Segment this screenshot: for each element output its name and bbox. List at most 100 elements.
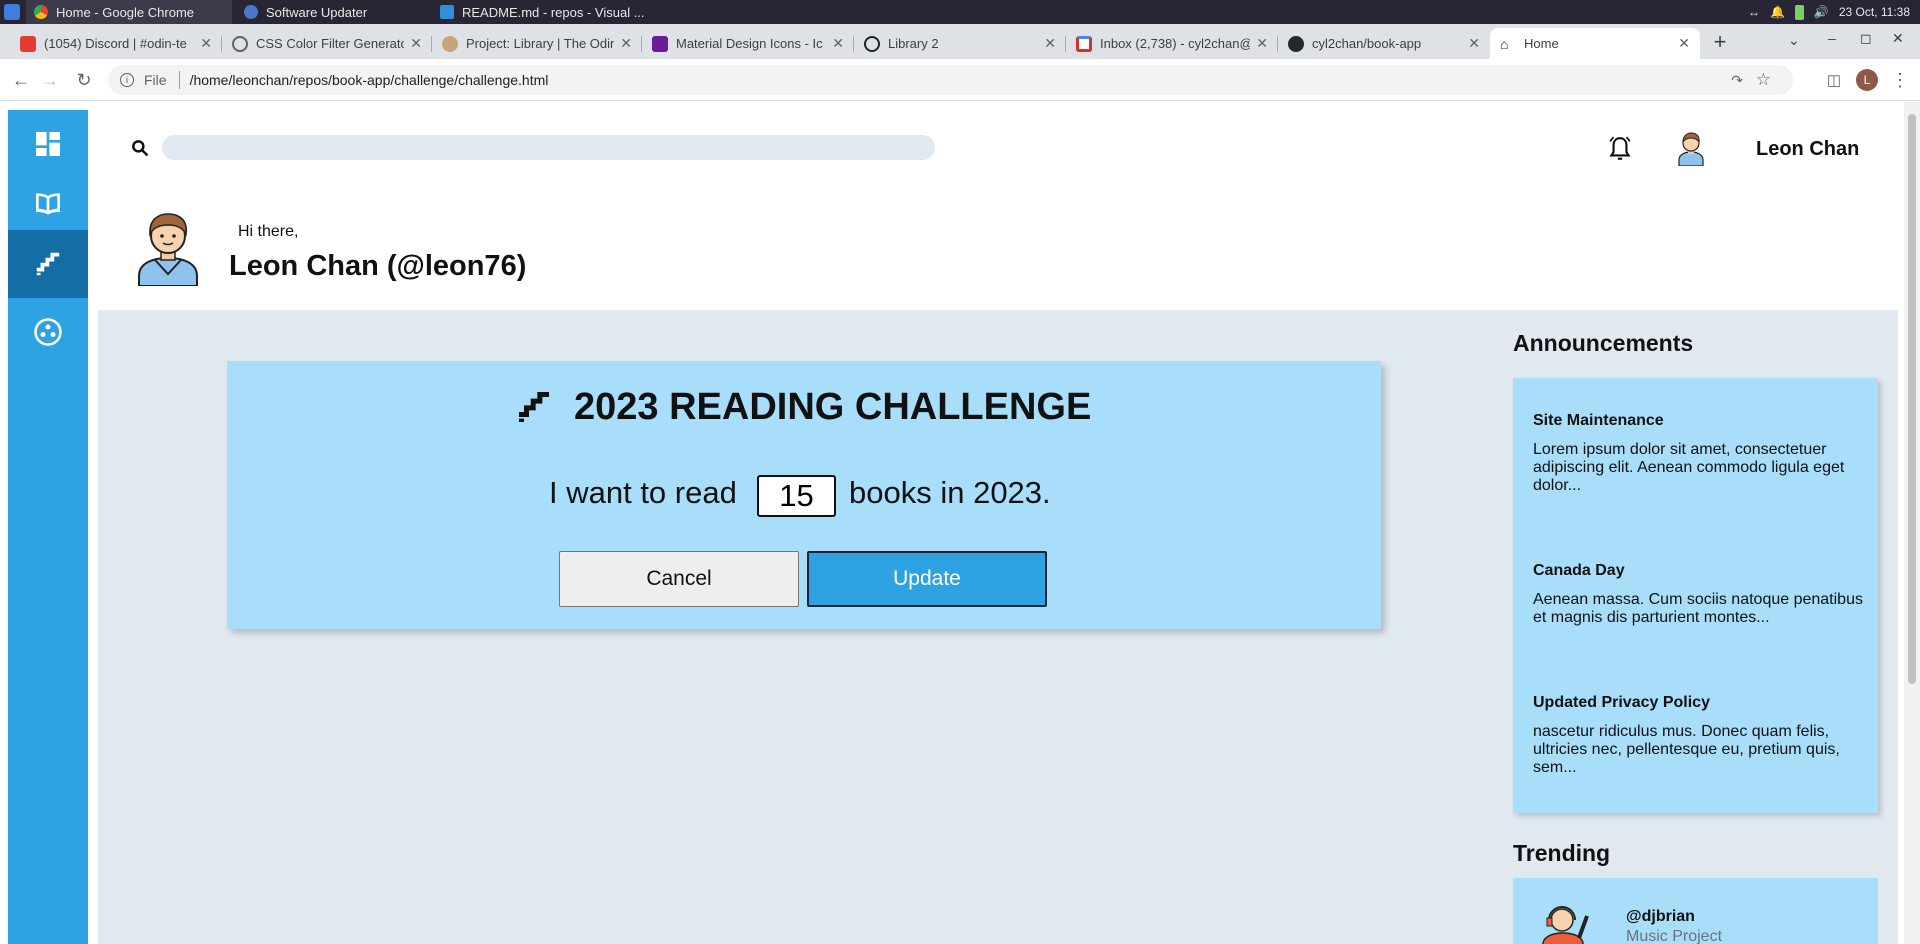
chrome-icon xyxy=(34,5,48,19)
update-button[interactable]: Update xyxy=(807,551,1047,607)
tab-library-2[interactable]: Library 2 ✕ xyxy=(854,28,1066,59)
browser-toolbar: ← → ↻ i File /home/leonchan/repos/book-a… xyxy=(0,59,1920,101)
announcement-title[interactable]: Canada Day xyxy=(1533,562,1625,580)
tab-title: Inbox (2,738) - cyl2chan@ xyxy=(1100,36,1251,51)
announcement-title[interactable]: Updated Privacy Policy xyxy=(1533,694,1710,712)
os-task-label: Home - Google Chrome xyxy=(56,4,194,20)
sidebar xyxy=(8,110,88,944)
app-menu-icon[interactable] xyxy=(4,4,20,20)
vscode-icon xyxy=(440,5,454,19)
browser-tab-strip: (1054) Discord | #odin-te ✕ CSS Color Fi… xyxy=(0,24,1920,59)
tab-gmail[interactable]: Inbox (2,738) - cyl2chan@ ✕ xyxy=(1066,28,1278,59)
header-username[interactable]: Leon Chan xyxy=(1756,138,1859,161)
search-input[interactable] xyxy=(162,135,935,160)
system-tray: ↔ 🔔 🔊 23 Oct, 11:38 xyxy=(1748,0,1910,24)
announcement-body: Aenean massa. Cum sociis natoque penatib… xyxy=(1533,591,1863,626)
announcement-title[interactable]: Site Maintenance xyxy=(1533,412,1664,430)
announcements-panel: Site Maintenance Lorem ipsum dolor sit a… xyxy=(1513,378,1878,813)
sidebar-item-community[interactable] xyxy=(8,298,88,366)
page-scrollbar[interactable] xyxy=(1904,102,1920,944)
os-task-vscode[interactable]: README.md - repos - Visual ... xyxy=(432,0,652,24)
announcements-heading: Announcements xyxy=(1513,330,1694,356)
volume-icon[interactable]: 🔊 xyxy=(1814,5,1829,19)
profile-avatar-large xyxy=(135,210,201,291)
bookmark-star-icon[interactable]: ☆ xyxy=(1756,70,1771,90)
avatar[interactable] xyxy=(1675,130,1707,171)
dashboard-icon xyxy=(36,132,60,156)
tab-title: Material Design Icons - Ic xyxy=(676,36,823,51)
os-task-label: Software Updater xyxy=(266,4,368,20)
forward-icon[interactable]: → xyxy=(38,68,62,92)
scrollbar-thumb[interactable] xyxy=(1908,114,1916,684)
web-page: Leon Chan Hi there, Leon Chan (@leon76) … xyxy=(0,102,1920,944)
trending-subtitle: Music Project xyxy=(1626,928,1723,944)
trending-handle[interactable]: @djbrian xyxy=(1626,908,1695,926)
close-icon[interactable]: ✕ xyxy=(200,35,212,52)
stairs-icon xyxy=(36,252,60,276)
tab-css-filter[interactable]: CSS Color Filter Generator ✕ xyxy=(222,28,432,59)
address-text[interactable]: /home/leonchan/repos/book-app/challenge/… xyxy=(190,72,549,88)
os-task-chrome[interactable]: Home - Google Chrome xyxy=(26,0,232,24)
notification-bell-icon[interactable]: 🔔 xyxy=(1770,5,1785,19)
sidebar-item-challenge[interactable] xyxy=(8,230,88,298)
tab-home[interactable]: ⌂ Home ✕ xyxy=(1490,28,1700,59)
tab-mdi[interactable]: Material Design Icons - Ic ✕ xyxy=(642,28,854,59)
battery-icon[interactable] xyxy=(1794,4,1804,20)
address-scheme: File xyxy=(144,72,167,88)
tab-discord[interactable]: (1054) Discord | #odin-te ✕ xyxy=(10,28,222,59)
side-panel-icon[interactable]: ◫ xyxy=(1822,68,1846,92)
menu-kebab-icon[interactable]: ⋮ xyxy=(1888,68,1912,92)
profile-name: Leon Chan (@leon76) xyxy=(229,250,527,282)
window-close-icon[interactable]: ✕ xyxy=(1892,30,1904,47)
reading-goal-input[interactable] xyxy=(757,475,836,517)
close-icon[interactable]: ✕ xyxy=(832,35,844,52)
tab-title: Library 2 xyxy=(888,36,939,51)
minimize-icon[interactable]: – xyxy=(1828,30,1836,46)
sidebar-item-dashboard[interactable] xyxy=(8,110,88,178)
info-icon[interactable]: i xyxy=(120,73,134,87)
profile-avatar[interactable]: L xyxy=(1856,69,1878,91)
close-icon[interactable]: ✕ xyxy=(620,35,632,52)
odin-icon xyxy=(442,35,458,52)
close-icon[interactable]: ✕ xyxy=(1044,35,1056,52)
os-taskbar: Home - Google Chrome Software Updater RE… xyxy=(0,0,1920,24)
challenge-sentence-start: I want to read xyxy=(549,475,737,510)
dj-avatar[interactable] xyxy=(1535,896,1593,944)
tab-title: cyl2chan/book-app xyxy=(1312,36,1422,51)
trending-heading: Trending xyxy=(1513,840,1611,866)
close-icon[interactable]: ✕ xyxy=(410,35,422,52)
tab-odin-library[interactable]: Project: Library | The Odin ✕ xyxy=(432,28,642,59)
globe-icon xyxy=(232,35,248,52)
new-tab-button[interactable]: + xyxy=(1706,28,1734,56)
close-icon[interactable]: ✕ xyxy=(1678,35,1690,52)
close-icon[interactable]: ✕ xyxy=(1256,35,1268,52)
challenge-sentence-end: books in 2023. xyxy=(849,475,1051,510)
tab-title: CSS Color Filter Generator xyxy=(256,36,405,51)
os-task-updater[interactable]: Software Updater xyxy=(236,0,426,24)
challenge-title: 2023 READING CHALLENGE xyxy=(574,386,1092,428)
reload-icon[interactable]: ↻ xyxy=(72,68,96,92)
close-icon[interactable]: ✕ xyxy=(1468,35,1480,52)
stairs-icon xyxy=(514,387,554,432)
tab-title: (1054) Discord | #odin-te xyxy=(44,36,187,51)
share-icon[interactable]: ↷ xyxy=(1731,72,1743,89)
reading-challenge-card: 2023 READING CHALLENGE I want to read bo… xyxy=(227,361,1381,629)
search-icon[interactable] xyxy=(130,138,150,164)
tab-search-icon[interactable]: ⌄ xyxy=(1788,32,1800,49)
tab-github[interactable]: cyl2chan/book-app ✕ xyxy=(1278,28,1490,59)
network-icon[interactable]: ↔ xyxy=(1748,5,1760,19)
tab-title: Home xyxy=(1524,36,1559,51)
discord-icon xyxy=(20,35,36,52)
trending-panel: @djbrian Music Project xyxy=(1513,878,1878,944)
cancel-button[interactable]: Cancel xyxy=(559,551,799,607)
notification-bell-icon[interactable] xyxy=(1607,135,1633,168)
gmail-icon xyxy=(1076,35,1092,52)
sidebar-item-library[interactable] xyxy=(8,170,88,238)
back-icon[interactable]: ← xyxy=(9,68,33,92)
greeting-text: Hi there, xyxy=(238,223,299,240)
clock[interactable]: 23 Oct, 11:38 xyxy=(1839,5,1910,19)
codepen-icon xyxy=(864,35,880,52)
address-bar[interactable]: i File /home/leonchan/repos/book-app/cha… xyxy=(108,65,1793,95)
maximize-icon[interactable]: ◻ xyxy=(1860,30,1872,47)
book-open-icon xyxy=(36,193,60,215)
